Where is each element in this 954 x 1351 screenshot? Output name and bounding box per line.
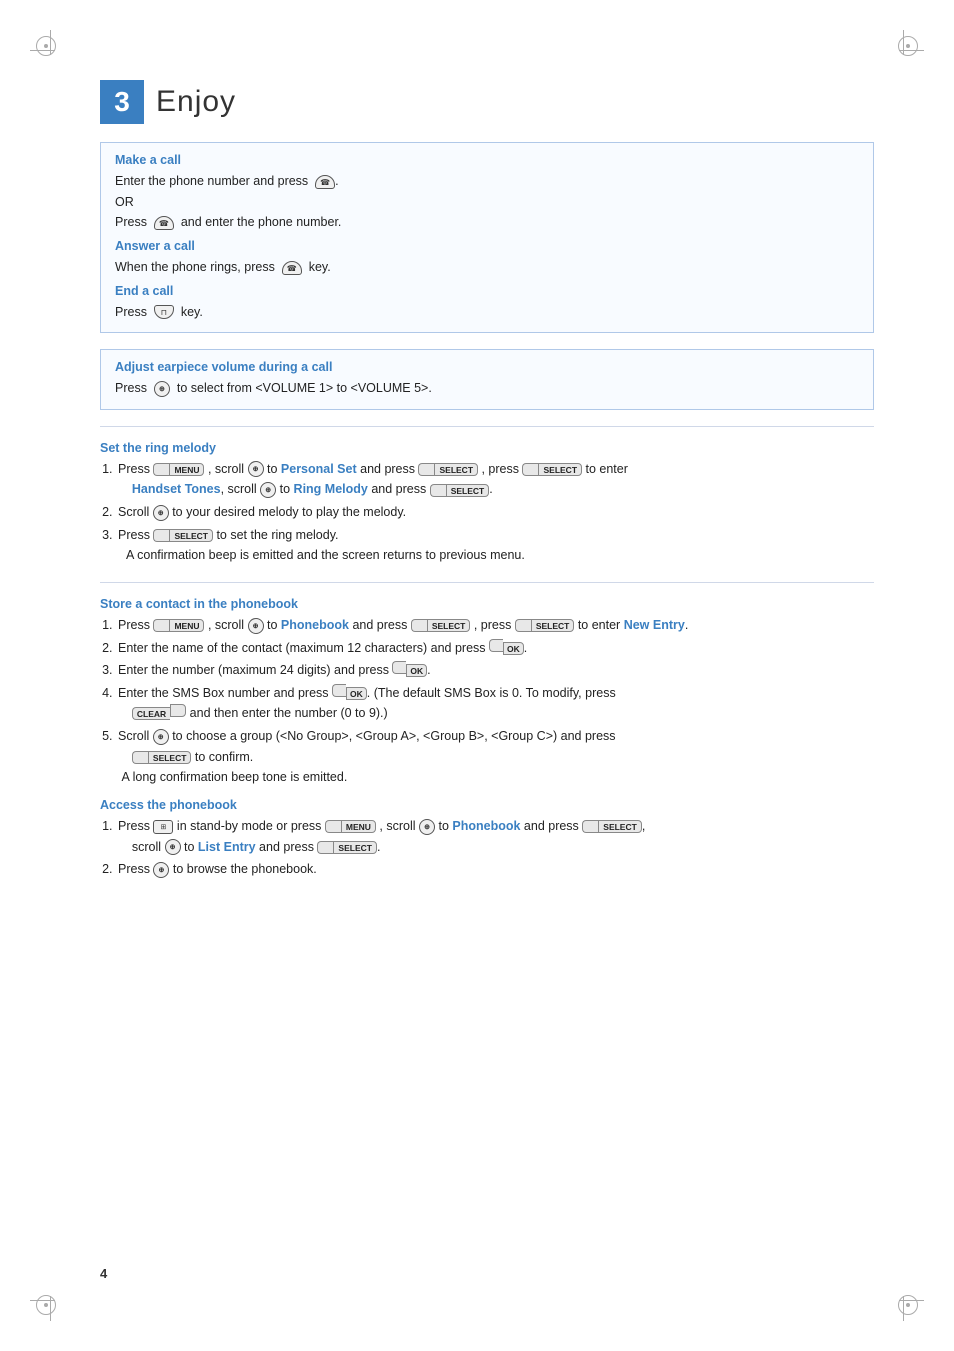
- scroll-icon-4: ⊕: [248, 618, 264, 634]
- select-btn-3: SELECT: [430, 484, 490, 497]
- phonebook-label-1: Phonebook: [281, 618, 349, 632]
- make-call-line3b: and enter the phone number.: [181, 215, 342, 229]
- answer-call-heading: Answer a call: [115, 239, 859, 253]
- ok-left-3: [332, 684, 346, 697]
- answer-call-text: When the phone rings, press ☎ key.: [115, 257, 859, 278]
- access-step-1: Press ⊞ in stand-by mode or press MENU ,…: [116, 816, 874, 857]
- clear-btn-left: CLEAR: [132, 707, 170, 720]
- scroll-icon-8: ⊕: [153, 862, 169, 878]
- ring-melody-step1: Press MENU , scroll ⊕ to Personal Set an…: [116, 459, 874, 500]
- store-step-3: Enter the number (maximum 24 digits) and…: [116, 660, 874, 681]
- select-btn-5: SELECT: [411, 619, 471, 632]
- ring-melody-note: A confirmation beep is emitted and the s…: [118, 548, 525, 562]
- end-call-heading: End a call: [115, 284, 859, 298]
- section-divider-1: [100, 426, 874, 427]
- make-call-section: Make a call Enter the phone number and p…: [100, 142, 874, 333]
- call-key-icon: ☎: [315, 175, 335, 189]
- select-btn-6: SELECT: [515, 619, 575, 632]
- menu-btn-3: MENU: [325, 820, 376, 833]
- store-step-4: Enter the SMS Box number and press OK. (…: [116, 683, 874, 724]
- select-btn-8: SELECT: [582, 820, 642, 833]
- volume-heading: Adjust earpiece volume during a call: [115, 360, 859, 374]
- select-btn-9: SELECT: [317, 841, 377, 854]
- volume-section: Adjust earpiece volume during a call Pre…: [100, 349, 874, 410]
- ok-right-1: OK: [503, 642, 524, 655]
- scroll-icon-5: ⊕: [153, 729, 169, 745]
- volume-scroll-icon: ⊕: [154, 381, 170, 397]
- clear-btn-right: [170, 704, 186, 717]
- menu-btn-1: MENU: [153, 463, 204, 476]
- access-step-2: Press ⊕ to browse the phonebook.: [116, 859, 874, 880]
- ring-melody-label: Ring Melody: [294, 482, 368, 496]
- answer-call-icon: ☎: [282, 261, 302, 275]
- personal-set-label: Personal Set: [281, 462, 357, 476]
- scroll-icon-6: ⊕: [419, 819, 435, 835]
- store-contact-steps: Press MENU , scroll ⊕ to Phonebook and p…: [116, 615, 874, 788]
- scroll-icon-3: ⊕: [153, 505, 169, 521]
- standby-icon: ⊞: [153, 820, 173, 834]
- access-phonebook-steps: Press ⊞ in stand-by mode or press MENU ,…: [116, 816, 874, 880]
- make-call-line1: Enter the phone number and press: [115, 174, 308, 188]
- section-divider-2: [100, 582, 874, 583]
- store-step-2: Enter the name of the contact (maximum 1…: [116, 638, 874, 659]
- corner-circle-tr: [898, 36, 918, 56]
- page: 3 Enjoy Make a call Enter the phone numb…: [0, 0, 954, 1351]
- chapter-title: Enjoy: [156, 85, 236, 119]
- call-key-icon2: ☎: [154, 216, 174, 230]
- store-step-5: Scroll ⊕ to choose a group (<No Group>, …: [116, 726, 874, 788]
- list-entry-label: List Entry: [198, 840, 256, 854]
- new-entry-label: New Entry: [624, 618, 685, 632]
- make-call-line3: Press: [115, 215, 147, 229]
- chapter-number: 3: [100, 80, 144, 124]
- chapter-header: 3 Enjoy: [100, 80, 874, 124]
- scroll-icon-7: ⊕: [165, 839, 181, 855]
- store-step-1: Press MENU , scroll ⊕ to Phonebook and p…: [116, 615, 874, 636]
- ring-melody-step3: Press SELECT to set the ring melody. A c…: [116, 525, 874, 566]
- scroll-icon-1: ⊕: [248, 461, 264, 477]
- ring-melody-heading: Set the ring melody: [100, 441, 874, 455]
- page-number: 4: [100, 1266, 107, 1281]
- ok-left-2: [392, 661, 406, 674]
- select-btn-7: SELECT: [132, 751, 192, 764]
- store-contact-heading: Store a contact in the phonebook: [100, 597, 874, 611]
- ring-melody-section: Set the ring melody Press MENU , scroll …: [100, 441, 874, 566]
- store-note: A long confirmation beep tone is emitted…: [118, 770, 347, 784]
- corner-circle-bl: [36, 1295, 56, 1315]
- corner-circle-tl: [36, 36, 56, 56]
- select-btn-1: SELECT: [418, 463, 478, 476]
- scroll-icon-2: ⊕: [260, 482, 276, 498]
- access-phonebook-heading: Access the phonebook: [100, 798, 874, 812]
- menu-btn-2: MENU: [153, 619, 204, 632]
- ok-right-3: OK: [346, 687, 367, 700]
- make-call-heading: Make a call: [115, 153, 859, 167]
- ok-left-1: [489, 639, 503, 652]
- make-call-text: Enter the phone number and press ☎. OR P…: [115, 171, 859, 233]
- handset-tones-label: Handset Tones: [132, 482, 221, 496]
- corner-circle-br: [898, 1295, 918, 1315]
- volume-text: Press ⊕ to select from <VOLUME 1> to <VO…: [115, 378, 859, 399]
- ring-melody-steps: Press MENU , scroll ⊕ to Personal Set an…: [116, 459, 874, 566]
- store-contact-section: Store a contact in the phonebook Press M…: [100, 597, 874, 880]
- ok-right-2: OK: [406, 664, 427, 677]
- select-btn-2: SELECT: [522, 463, 582, 476]
- select-btn-4: SELECT: [153, 529, 213, 542]
- end-call-text: Press ⊓ key.: [115, 302, 859, 323]
- make-call-or: OR: [115, 195, 134, 209]
- ring-melody-step2: Scroll ⊕ to your desired melody to play …: [116, 502, 874, 523]
- end-call-icon: ⊓: [154, 305, 174, 319]
- phonebook-label-2: Phonebook: [452, 819, 520, 833]
